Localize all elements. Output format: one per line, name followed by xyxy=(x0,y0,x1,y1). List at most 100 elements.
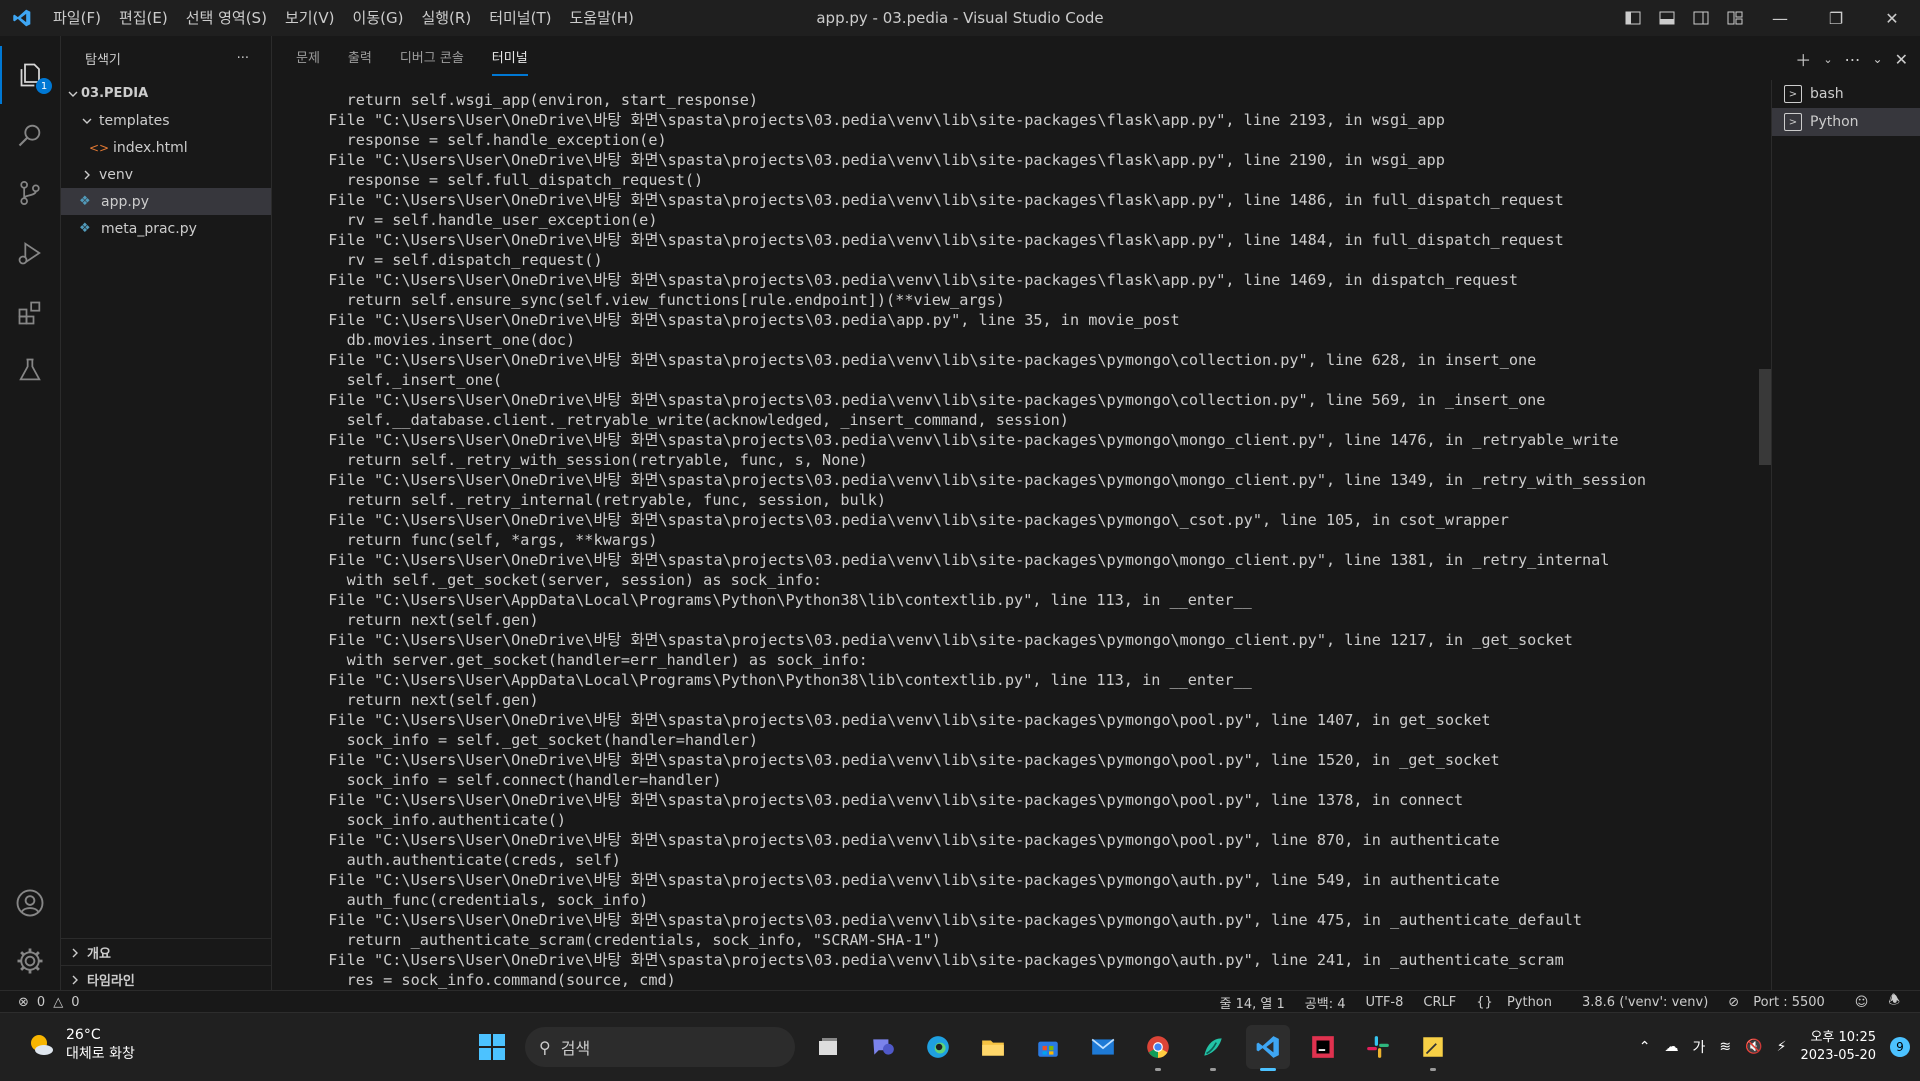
minimize-icon[interactable]: — xyxy=(1752,0,1808,36)
tree-file-index-html[interactable]: <> index.html xyxy=(61,134,271,161)
terminal-line: File "C:\Users\User\OneDrive\바탕 화면\spast… xyxy=(310,911,1582,929)
new-terminal-icon[interactable]: ＋ xyxy=(1795,47,1811,71)
settings-gear-icon[interactable] xyxy=(0,932,60,990)
account-icon[interactable] xyxy=(0,874,60,932)
toggle-panel-icon[interactable] xyxy=(1650,0,1684,36)
taskbar-apps: ⚲ 검색 xyxy=(470,1023,1455,1071)
start-button[interactable] xyxy=(470,1025,514,1069)
menu-help[interactable]: 도움말(H) xyxy=(560,0,642,36)
warning-icon: △ xyxy=(53,994,64,1010)
chevron-right-icon xyxy=(67,974,83,986)
taskbar-search[interactable]: ⚲ 검색 xyxy=(525,1027,795,1067)
extensions-icon[interactable] xyxy=(0,284,60,342)
tab-problems[interactable]: 문제 xyxy=(282,36,334,82)
chat-icon[interactable] xyxy=(861,1025,905,1069)
battery-icon[interactable]: ⚡ xyxy=(1777,1039,1787,1055)
menu-selection[interactable]: 선택 영역(S) xyxy=(177,0,276,36)
terminal-scrollbar[interactable] xyxy=(1759,369,1771,465)
toggle-primary-sidebar-icon[interactable] xyxy=(1616,0,1650,36)
chrome-icon[interactable] xyxy=(1136,1025,1180,1071)
maximize-panel-icon[interactable]: ⌄ xyxy=(1873,52,1883,66)
toggle-secondary-sidebar-icon[interactable] xyxy=(1684,0,1718,36)
more-actions-icon[interactable]: ··· xyxy=(237,51,249,66)
indentation[interactable]: 공백: 4 xyxy=(1295,993,1356,1012)
terminal-line: File "C:\Users\User\OneDrive\바탕 화면\spast… xyxy=(310,231,1564,249)
jetbrains-icon[interactable] xyxy=(1301,1025,1345,1069)
panel-actions: ＋ ⌄ ⋯ ⌄ ✕ xyxy=(1795,36,1908,82)
tree-file-meta-prac-py[interactable]: ❖ meta_prac.py xyxy=(61,215,271,242)
terminal-line: response = self.handle_exception(e) xyxy=(310,131,667,149)
restore-icon[interactable]: ❐ xyxy=(1808,0,1864,36)
feedback-icon[interactable]: ☺ xyxy=(1845,995,1879,1010)
wifi-icon[interactable]: ≋ xyxy=(1719,1039,1731,1055)
customize-layout-icon[interactable] xyxy=(1718,0,1752,36)
tree-folder-templates[interactable]: templates xyxy=(61,107,271,134)
testing-icon[interactable] xyxy=(0,341,60,399)
encoding[interactable]: UTF-8 xyxy=(1356,995,1414,1010)
chevron-down-icon[interactable]: ⌄ xyxy=(1823,53,1832,66)
line-ending[interactable]: CRLF xyxy=(1413,995,1466,1010)
menu-terminal[interactable]: 터미널(T) xyxy=(480,0,560,36)
menu-go[interactable]: 이동(G) xyxy=(344,0,413,36)
menu-view[interactable]: 보기(V) xyxy=(276,0,344,36)
source-control-icon[interactable] xyxy=(0,164,60,222)
sticky-notes-icon[interactable] xyxy=(1411,1025,1455,1071)
tree-folder-venv[interactable]: venv xyxy=(61,161,271,188)
terminal-line: return self._retry_internal(retryable, f… xyxy=(310,491,887,509)
python-interpreter[interactable]: 3.8.6 ('venv': venv) xyxy=(1572,995,1718,1010)
terminal-output[interactable]: return self.wsgi_app(environ, start_resp… xyxy=(310,90,1710,990)
tab-debug-console[interactable]: 디버그 콘솔 xyxy=(386,36,478,82)
menu-edit[interactable]: 편집(E) xyxy=(110,0,177,36)
cursor-position[interactable]: 줄 14, 열 1 xyxy=(1210,993,1295,1012)
edge-browser-icon[interactable] xyxy=(916,1025,960,1069)
more-actions-icon[interactable]: ⋯ xyxy=(1845,50,1861,69)
search-icon[interactable] xyxy=(0,106,60,164)
windows-logo-icon xyxy=(479,1034,505,1060)
terminal-line: return _authenticate_scram(credentials, … xyxy=(310,931,941,949)
tab-output[interactable]: 출력 xyxy=(334,36,386,82)
menu-file[interactable]: 파일(F) xyxy=(44,0,110,36)
tree-root-folder[interactable]: 03.PEDIA xyxy=(61,80,271,107)
show-hidden-icons-chevron-icon[interactable]: ⌃ xyxy=(1639,1039,1651,1055)
terminal-line: File "C:\Users\User\OneDrive\바탕 화면\spast… xyxy=(310,391,1546,409)
speaker-muted-icon[interactable]: 🔇 xyxy=(1745,1039,1762,1055)
app-running-icon[interactable] xyxy=(1191,1025,1235,1071)
terminal-line: with server.get_socket(handler=err_handl… xyxy=(310,651,868,669)
terminal-line: File "C:\Users\User\OneDrive\바탕 화면\spast… xyxy=(310,431,1619,449)
notifications-bell-icon[interactable]: 🕭 xyxy=(1878,991,1910,1013)
language-mode[interactable]: {} Python xyxy=(1466,995,1572,1010)
close-panel-icon[interactable]: ✕ xyxy=(1895,50,1908,69)
menu-run[interactable]: 실행(R) xyxy=(412,0,480,36)
weather-widget[interactable]: 26°C 대체로 화창 xyxy=(26,1027,135,1063)
windows-taskbar: 26°C 대체로 화창 ⚲ 검색 ⌃ ☁ 가 ≋ 🔇 ⚡ 오후 10:25 20… xyxy=(0,1012,1920,1081)
ime-indicator[interactable]: 가 xyxy=(1693,1037,1706,1057)
clock-time: 오후 10:25 xyxy=(1810,1030,1876,1045)
slack-icon[interactable] xyxy=(1356,1025,1400,1069)
explorer-icon[interactable]: 1 xyxy=(0,46,62,104)
live-server-port[interactable]: ⊘ Port : 5500 xyxy=(1718,995,1845,1010)
tree-file-app-py[interactable]: ❖ app.py xyxy=(61,188,271,215)
microsoft-store-icon[interactable] xyxy=(1026,1025,1070,1069)
clock[interactable]: 오후 10:25 2023-05-20 xyxy=(1800,1029,1876,1065)
run-debug-icon[interactable] xyxy=(0,224,60,282)
terminal-item-bash[interactable]: > bash xyxy=(1772,80,1920,108)
timeline-section[interactable]: 타임라인 xyxy=(61,965,271,993)
terminal-item-python[interactable]: > Python xyxy=(1772,108,1920,136)
terminal-list: > bash > Python xyxy=(1771,80,1920,990)
file-explorer-icon[interactable] xyxy=(971,1025,1015,1069)
onedrive-cloud-icon[interactable]: ☁ xyxy=(1665,1039,1679,1055)
close-icon[interactable]: ✕ xyxy=(1864,0,1920,36)
task-view-icon[interactable] xyxy=(806,1025,850,1069)
terminal-line: File "C:\Users\User\OneDrive\바탕 화면\spast… xyxy=(310,751,1500,769)
mail-icon[interactable] xyxy=(1081,1025,1125,1069)
problems-status[interactable]: ⊗ 0 △ 0 xyxy=(18,991,79,1013)
terminal-line: rv = self.handle_user_exception(e) xyxy=(310,211,658,229)
outline-section[interactable]: 개요 xyxy=(61,938,271,966)
notification-badge[interactable]: 9 xyxy=(1890,1037,1910,1057)
terminal-line: File "C:\Users\User\OneDrive\바탕 화면\spast… xyxy=(310,951,1564,969)
tab-terminal[interactable]: 터미널 xyxy=(478,36,542,82)
system-tray: ⌃ ☁ 가 ≋ 🔇 ⚡ 오후 10:25 2023-05-20 9 xyxy=(1639,1023,1910,1071)
vscode-taskbar-icon[interactable] xyxy=(1246,1025,1290,1071)
title-bar-controls: — ❐ ✕ xyxy=(1616,0,1920,36)
tree-root-label: 03.PEDIA xyxy=(81,86,149,101)
